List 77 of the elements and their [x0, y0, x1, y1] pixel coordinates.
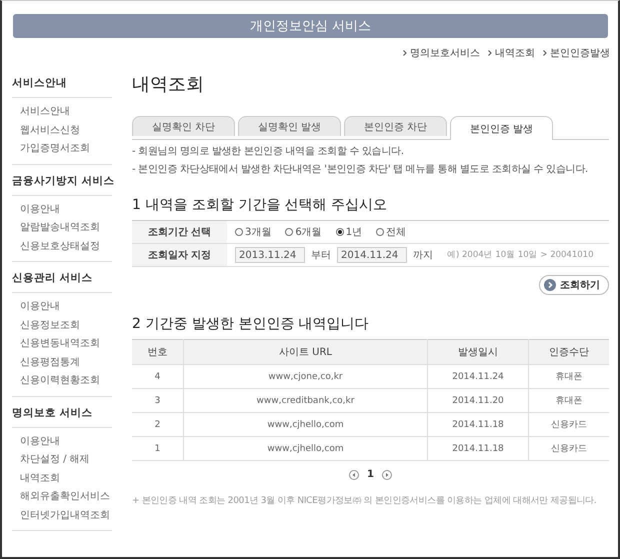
breadcrumb-link[interactable]: 본인인증발생: [550, 46, 610, 60]
chevron-icon: [544, 279, 556, 291]
chevron-icon: [403, 50, 407, 56]
form-label: 조회기간 선택: [132, 221, 227, 243]
table-cell: 휴대폰: [528, 364, 609, 388]
sidebar-heading: 서비스안내: [12, 76, 112, 98]
radio-button[interactable]: [285, 228, 294, 236]
column-header: 사이트 URL: [184, 340, 428, 364]
from-label: 부터: [311, 249, 331, 262]
next-page-icon[interactable]: [382, 470, 392, 480]
info-note: - 본인인증 차단상태에서 발생한 차단내역은 '본인인증 차단' 탭 메뉴를 통해 별도로 조회하실 수 있습니다.: [132, 163, 589, 176]
radio-button[interactable]: [336, 228, 344, 236]
sidebar-item[interactable]: 내역조회: [20, 470, 112, 488]
chevron-icon: [543, 50, 547, 56]
tab[interactable]: 본인인증 차단: [344, 116, 447, 136]
sidebar-item[interactable]: 차단설정 / 해제: [20, 451, 112, 470]
previous-page-icon[interactable]: [349, 470, 360, 480]
radio-label: 전체: [386, 226, 406, 239]
chevron-icon: [488, 50, 492, 56]
sidebar-item[interactable]: 해외유출확인서비스: [20, 488, 112, 506]
form-label: 조회일자 지정: [132, 244, 227, 266]
table-cell: 1: [132, 436, 184, 460]
tab[interactable]: 실명확인 차단: [132, 116, 235, 136]
sidebar-item[interactable]: 신용보호상태설정: [20, 238, 112, 256]
table-cell: 신용카드: [528, 436, 609, 460]
example-hint: 예) 2004년 10월 10일 > 20041010: [447, 249, 594, 261]
section-title: 1 내역을 조회할 기간을 선택해 주십시오: [132, 196, 388, 214]
sidebar-item[interactable]: 이용안내: [20, 298, 112, 316]
info-note: - 회원님의 명의로 발생한 본인인증 내역을 조회할 수 있습니다.: [132, 145, 405, 158]
radio-label: 6개월: [295, 226, 322, 239]
sidebar-item[interactable]: 서비스안내: [20, 103, 112, 122]
table-cell: 4: [132, 364, 184, 388]
table-cell: 3: [132, 388, 184, 412]
table-cell: www,cjhello,com: [184, 436, 428, 460]
sidebar-item[interactable]: 가입증명서조회: [20, 140, 112, 158]
table-cell: 2: [132, 412, 184, 436]
sidebar-item[interactable]: 웹서비스신청: [20, 122, 112, 140]
table-cell: www,creditbank,co,kr: [184, 388, 428, 412]
radio-button[interactable]: [376, 228, 384, 236]
page-number[interactable]: 1: [367, 469, 374, 480]
sidebar-item[interactable]: 신용변동내역조회: [20, 335, 112, 354]
radio-label: 3개월: [245, 226, 272, 239]
table-cell: 2014.11.20: [428, 388, 528, 412]
sidebar-item[interactable]: 신용이력현황조회: [20, 372, 112, 390]
sidebar-heading: 신용관리 서비스: [12, 271, 112, 293]
sidebar-item[interactable]: 알람발송내역조회: [20, 219, 112, 238]
table-cell: 2014.11.18: [428, 412, 528, 436]
radio-button[interactable]: [235, 228, 243, 236]
sidebar-item[interactable]: 인터넷가입내역조회: [20, 506, 112, 525]
radio-label: 1년: [346, 226, 362, 239]
sidebar-heading: 금융사기방지 서비스: [12, 174, 112, 196]
sidebar-item[interactable]: 이용안내: [20, 200, 112, 219]
table-cell: 신용카드: [528, 412, 609, 436]
page-title: 내역조회: [132, 73, 205, 96]
column-header: 번호: [132, 340, 184, 364]
column-header: 발생일시: [428, 340, 528, 364]
breadcrumb-link[interactable]: 명의보호서비스: [410, 46, 480, 60]
table-cell: 2014.11.24: [428, 364, 528, 388]
table-cell: www,cjhello,com: [184, 412, 428, 436]
header-title: 개인정보안심 서비스: [250, 18, 372, 35]
footnote: + 본인인증 내역 조회는 2001년 3월 이후 NICE평가정보㈜ 의 본인인증서비스를 이용하는 업체에 대해서만 제공됩니다.: [132, 495, 598, 507]
tab[interactable]: 본인인증 발생: [450, 116, 553, 140]
search-button[interactable]: 조회하기: [539, 275, 609, 295]
date-field[interactable]: 2014.11.24: [337, 247, 407, 263]
sidebar-item[interactable]: 신용평점통계: [20, 354, 112, 372]
table-cell: 2014.11.18: [428, 436, 528, 460]
breadcrumb-link[interactable]: 내역조회: [495, 46, 535, 60]
table-cell: 휴대폰: [528, 388, 609, 412]
sidebar-heading: 명의보호 서비스: [12, 406, 112, 428]
sidebar-item[interactable]: 이용안내: [20, 432, 112, 451]
to-label: 까지: [413, 249, 433, 262]
table-cell: www,cjone,co,kr: [184, 364, 428, 388]
sidebar-item[interactable]: 신용정보조회: [20, 316, 112, 335]
date-field[interactable]: 2013.11.24: [235, 247, 305, 263]
column-header: 인증수단: [528, 340, 609, 364]
section-title: 2 기간중 발생한 본인인증 내역입니다: [132, 315, 370, 333]
tab[interactable]: 실명확인 발생: [238, 116, 341, 136]
